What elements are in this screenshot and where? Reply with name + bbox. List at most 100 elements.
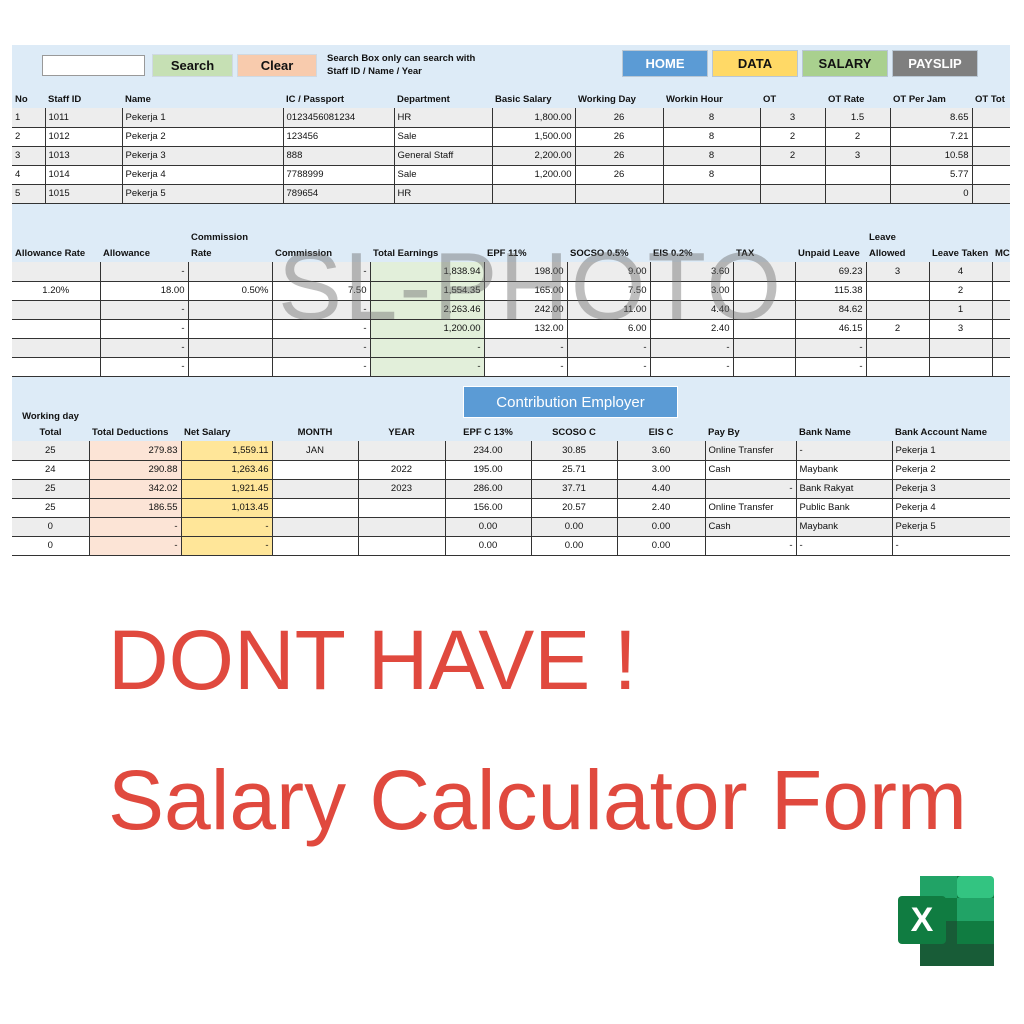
table-cell[interactable] — [732, 300, 795, 320]
table-cell[interactable]: 6.00 — [566, 319, 650, 339]
table-cell[interactable]: 789654 — [282, 184, 394, 204]
table-cell[interactable]: HR — [393, 184, 492, 204]
table-cell[interactable]: 25 — [12, 479, 89, 499]
table-cell[interactable]: Pekerja 4 — [891, 498, 1010, 518]
table-cell[interactable]: 8 — [662, 108, 760, 128]
table-cell[interactable] — [991, 357, 1010, 377]
table-cell[interactable]: 25 — [12, 498, 89, 518]
table-cell[interactable]: 1011 — [44, 108, 122, 128]
table-cell[interactable]: - — [369, 338, 484, 358]
table-cell[interactable] — [928, 338, 992, 358]
table-cell[interactable]: - — [483, 357, 567, 377]
table-cell[interactable]: 2 — [928, 281, 992, 301]
nav-payslip-button[interactable]: PAYSLIP — [892, 50, 978, 77]
table-cell[interactable]: 1,554.35 — [369, 281, 484, 301]
table-cell[interactable]: 24 — [12, 460, 89, 480]
table-cell[interactable] — [971, 165, 1010, 185]
table-cell[interactable]: 8 — [662, 165, 760, 185]
table-cell[interactable] — [357, 441, 445, 461]
table-cell[interactable]: 0.00 — [530, 517, 617, 537]
table-cell[interactable]: 0.00 — [530, 536, 617, 556]
table-cell[interactable] — [928, 357, 992, 377]
table-cell[interactable]: - — [794, 357, 866, 377]
table-cell[interactable]: 1 — [12, 108, 45, 128]
table-cell[interactable]: Cash — [704, 460, 796, 480]
table-cell[interactable] — [971, 108, 1010, 128]
table-cell[interactable]: Pekerja 4 — [121, 165, 283, 185]
table-cell[interactable]: - — [483, 338, 567, 358]
table-cell[interactable]: 156.00 — [444, 498, 531, 518]
table-cell[interactable]: - — [704, 479, 796, 499]
table-cell[interactable]: 3.60 — [616, 441, 705, 461]
table-cell[interactable]: 30.85 — [530, 441, 617, 461]
table-cell[interactable]: 2 — [759, 146, 825, 166]
table-cell[interactable]: 1,263.46 — [180, 460, 272, 480]
table-cell[interactable] — [971, 127, 1010, 147]
table-cell[interactable]: 165.00 — [483, 281, 567, 301]
table-cell[interactable]: 26 — [574, 165, 663, 185]
table-cell[interactable]: Public Bank — [795, 498, 892, 518]
table-cell[interactable]: Pekerja 5 — [891, 517, 1010, 537]
table-cell[interactable]: - — [649, 338, 733, 358]
table-cell[interactable]: - — [88, 536, 181, 556]
table-cell[interactable]: 115.38 — [794, 281, 866, 301]
table-cell[interactable]: 7.21 — [889, 127, 972, 147]
table-cell[interactable]: 2,263.46 — [369, 300, 484, 320]
table-cell[interactable]: Pekerja 2 — [891, 460, 1010, 480]
table-cell[interactable]: 1.5 — [824, 108, 890, 128]
table-cell[interactable] — [732, 357, 795, 377]
table-cell[interactable] — [187, 262, 272, 282]
table-cell[interactable]: 123456 — [282, 127, 394, 147]
nav-salary-button[interactable]: SALARY — [802, 50, 888, 77]
nav-home-button[interactable]: HOME — [622, 50, 708, 77]
table-cell[interactable]: 3 — [824, 146, 890, 166]
table-cell[interactable] — [732, 281, 795, 301]
table-cell[interactable] — [971, 184, 1010, 204]
table-cell[interactable] — [12, 357, 100, 377]
table-cell[interactable]: 0.50% — [187, 281, 272, 301]
table-cell[interactable] — [187, 357, 272, 377]
table-cell[interactable]: 4.40 — [649, 300, 733, 320]
table-cell[interactable]: 1012 — [44, 127, 122, 147]
table-cell[interactable]: - — [369, 357, 484, 377]
table-cell[interactable]: 3.60 — [649, 262, 733, 282]
table-cell[interactable]: - — [649, 357, 733, 377]
table-cell[interactable] — [357, 517, 445, 537]
table-cell[interactable]: 7.50 — [566, 281, 650, 301]
table-cell[interactable]: 25 — [12, 441, 89, 461]
table-cell[interactable] — [187, 319, 272, 339]
table-cell[interactable]: 84.62 — [794, 300, 866, 320]
table-cell[interactable] — [12, 262, 100, 282]
table-cell[interactable]: 279.83 — [88, 441, 181, 461]
table-cell[interactable] — [732, 262, 795, 282]
table-cell[interactable] — [991, 281, 1010, 301]
table-cell[interactable]: - — [180, 536, 272, 556]
table-cell[interactable] — [865, 357, 929, 377]
table-cell[interactable]: 132.00 — [483, 319, 567, 339]
table-cell[interactable]: 1,800.00 — [491, 108, 575, 128]
table-cell[interactable]: 0 — [12, 517, 89, 537]
table-cell[interactable]: 9.00 — [566, 262, 650, 282]
table-cell[interactable]: 4 — [12, 165, 45, 185]
table-cell[interactable]: Cash — [704, 517, 796, 537]
table-cell[interactable]: Pekerja 3 — [121, 146, 283, 166]
table-cell[interactable]: 0123456081234 — [282, 108, 394, 128]
table-cell[interactable]: Sale — [393, 165, 492, 185]
table-cell[interactable]: HR — [393, 108, 492, 128]
table-cell[interactable]: 8 — [662, 127, 760, 147]
table-cell[interactable] — [991, 300, 1010, 320]
table-cell[interactable]: - — [99, 338, 188, 358]
table-cell[interactable] — [271, 517, 358, 537]
table-cell[interactable]: - — [99, 319, 188, 339]
table-cell[interactable] — [271, 498, 358, 518]
table-cell[interactable]: 2 — [824, 127, 890, 147]
table-cell[interactable] — [759, 165, 825, 185]
table-cell[interactable]: - — [99, 262, 188, 282]
table-cell[interactable]: 7788999 — [282, 165, 394, 185]
table-cell[interactable]: - — [795, 536, 892, 556]
table-cell[interactable]: 3 — [759, 108, 825, 128]
table-cell[interactable] — [865, 338, 929, 358]
table-cell[interactable]: - — [271, 300, 370, 320]
table-cell[interactable]: 1,838.94 — [369, 262, 484, 282]
table-cell[interactable]: Online Transfer — [704, 498, 796, 518]
